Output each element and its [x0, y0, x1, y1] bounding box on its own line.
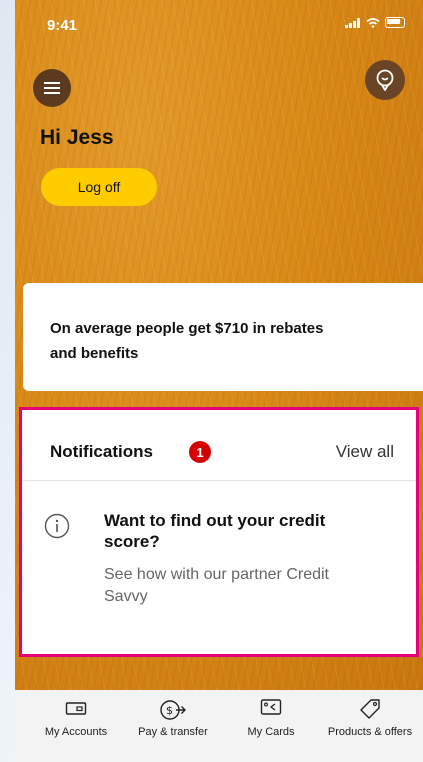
- cards-icon: [260, 699, 282, 715]
- greeting: Hi Jess: [40, 126, 114, 149]
- battery-icon: [385, 17, 405, 28]
- notification-body: See how with our partner Credit Savvy: [104, 566, 329, 605]
- tab-label: My Cards: [247, 726, 295, 738]
- app-screen: 9:41 Hi Jess Log off On average people g…: [15, 0, 423, 762]
- pay-transfer-icon: $: [160, 700, 186, 720]
- tag-icon: [360, 699, 380, 719]
- wifi-icon: [366, 17, 380, 28]
- log-off-button[interactable]: Log off: [41, 168, 157, 206]
- tab-bar: My Accounts $ Pay & transfer My Cards Pr…: [15, 690, 423, 762]
- status-time: 9:41: [47, 17, 78, 34]
- tab-label: Products & offers: [327, 726, 413, 738]
- chat-button[interactable]: [365, 60, 405, 100]
- wallet-icon: [65, 702, 87, 715]
- notification-count-badge: 1: [189, 441, 211, 463]
- rebate-card[interactable]: On average people get $710 in rebates an…: [23, 283, 423, 391]
- signal-icon: [345, 17, 360, 28]
- hamburger-icon: [44, 82, 60, 94]
- notifications-card: Notifications 1 View all Want to find ou…: [19, 407, 419, 657]
- notification-heading[interactable]: Want to find out your credit score?: [104, 510, 364, 552]
- tab-label: Pay & transfer: [138, 726, 208, 738]
- svg-text:$: $: [166, 704, 173, 717]
- notifications-header: Notifications 1 View all: [22, 410, 416, 481]
- chat-bubble-icon: [376, 69, 394, 91]
- tab-products-offers[interactable]: Products & offers: [320, 690, 420, 750]
- rebate-text: On average people get $710 in rebates an…: [50, 320, 324, 362]
- status-icons: [345, 17, 405, 28]
- tab-my-cards[interactable]: My Cards: [239, 690, 303, 750]
- view-all-link[interactable]: View all: [336, 442, 394, 462]
- tab-label: My Accounts: [44, 726, 108, 738]
- menu-button[interactable]: [33, 69, 71, 107]
- tab-my-accounts[interactable]: My Accounts: [37, 690, 115, 750]
- notifications-title: Notifications: [50, 442, 153, 461]
- info-icon: [44, 513, 70, 539]
- tab-pay-transfer[interactable]: $ Pay & transfer: [131, 690, 215, 750]
